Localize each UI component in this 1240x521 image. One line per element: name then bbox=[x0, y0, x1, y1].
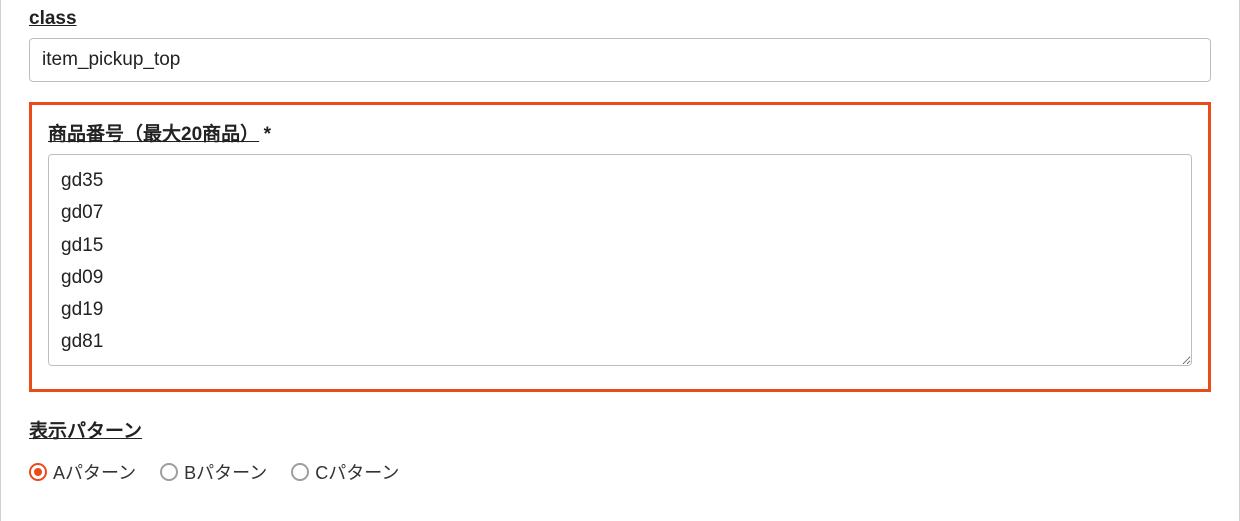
radio-icon bbox=[29, 463, 47, 481]
radio-option-label: Bパターン bbox=[184, 459, 267, 485]
display-pattern-field-group: 表示パターン Aパターン Bパターン Cパターン bbox=[29, 416, 1211, 485]
radio-option-a[interactable]: Aパターン bbox=[29, 459, 136, 485]
product-numbers-label: 商品番号（最大20商品） bbox=[48, 119, 259, 146]
product-numbers-highlight: 商品番号（最大20商品） * bbox=[29, 102, 1211, 392]
radio-option-label: Cパターン bbox=[315, 459, 399, 485]
radio-icon bbox=[291, 463, 309, 481]
form-panel: class 商品番号（最大20商品） * 表示パターン Aパターン Bパターン bbox=[0, 0, 1240, 521]
required-mark: * bbox=[264, 124, 271, 145]
radio-option-label: Aパターン bbox=[53, 459, 136, 485]
radio-dot-icon bbox=[34, 468, 42, 476]
class-input[interactable] bbox=[29, 38, 1211, 82]
display-pattern-radio-row: Aパターン Bパターン Cパターン bbox=[29, 459, 1211, 485]
radio-icon bbox=[160, 463, 178, 481]
class-field-group: class bbox=[29, 8, 1211, 82]
radio-option-b[interactable]: Bパターン bbox=[160, 459, 267, 485]
product-numbers-textarea[interactable] bbox=[48, 154, 1192, 366]
display-pattern-label: 表示パターン bbox=[29, 416, 142, 443]
radio-option-c[interactable]: Cパターン bbox=[291, 459, 399, 485]
class-label: class bbox=[29, 8, 77, 30]
product-numbers-field-group: 商品番号（最大20商品） * bbox=[48, 119, 1192, 371]
